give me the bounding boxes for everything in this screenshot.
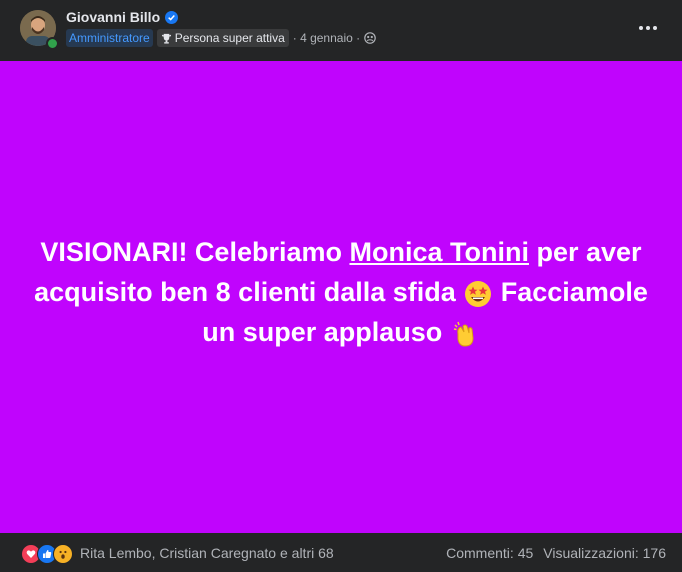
post-text-part1: VISIONARI! Celebriamo [40,237,350,267]
active-member-badge[interactable]: Persona super attiva [156,29,289,47]
post-header: Giovanni Billo Amministratore Persona su… [0,0,682,61]
mention-link[interactable]: Monica Tonini [350,237,529,267]
author-name[interactable]: Giovanni Billo [66,9,160,25]
verified-icon [165,10,179,24]
star-struck-emoji [465,280,492,307]
post-content: VISIONARI! Celebriamo Monica Tonini per … [0,61,682,533]
active-member-label: Persona super attiva [174,31,285,45]
admin-badge[interactable]: Amministratore [66,29,153,47]
post-footer: Rita Lembo, Cristian Caregnato e altri 6… [0,533,682,572]
clapping-hands-emoji [453,321,474,347]
more-icon[interactable] [636,18,660,38]
reaction-names[interactable]: Rita Lembo, Cristian Caregnato e altri 6… [80,545,334,561]
trophy-icon [161,33,171,44]
views-count: Visualizzazioni: 176 [543,545,666,561]
post-text: VISIONARI! Celebriamo Monica Tonini per … [21,232,661,352]
online-indicator [46,37,59,50]
post-date[interactable]: · 4 gennaio · [293,31,360,45]
comments-count[interactable]: Commenti: 45 [446,545,533,561]
reaction-icons[interactable] [21,544,73,564]
group-icon [364,32,376,44]
wow-reaction-icon [53,544,73,564]
